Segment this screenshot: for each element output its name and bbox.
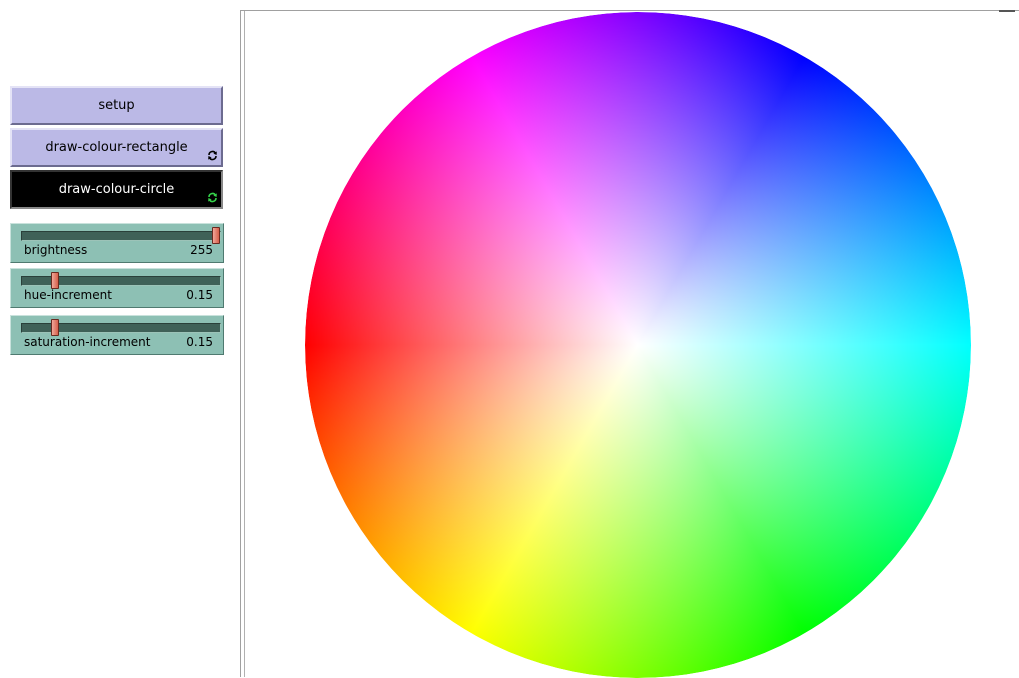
slider-label: saturation-increment — [24, 335, 151, 349]
slider-thumb[interactable] — [212, 227, 220, 244]
forever-icon — [208, 192, 217, 203]
draw-colour-circle-button-label: draw-colour-circle — [58, 182, 175, 197]
slider-value: 0.15 — [186, 335, 213, 349]
draw-colour-circle-button[interactable]: draw-colour-circle — [10, 170, 223, 209]
forever-icon — [208, 150, 217, 161]
slider-thumb[interactable] — [51, 319, 59, 336]
saturation-gradient — [305, 12, 971, 678]
view-corner-handle — [999, 10, 1015, 12]
colour-circle — [305, 12, 971, 678]
brightness-slider[interactable]: brightness 255 — [10, 223, 224, 263]
draw-colour-rectangle-button[interactable]: draw-colour-rectangle — [10, 128, 223, 167]
slider-track[interactable] — [21, 319, 221, 336]
slider-value: 255 — [190, 243, 213, 257]
setup-button[interactable]: setup — [10, 86, 223, 125]
setup-button-label: setup — [98, 98, 135, 113]
draw-colour-rectangle-button-label: draw-colour-rectangle — [45, 140, 188, 155]
saturation-increment-slider[interactable]: saturation-increment 0.15 — [10, 315, 224, 355]
slider-thumb[interactable] — [51, 272, 59, 289]
slider-label: brightness — [24, 243, 88, 257]
slider-label: hue-increment — [24, 288, 112, 302]
slider-track[interactable] — [21, 227, 221, 244]
slider-track[interactable] — [21, 272, 221, 289]
slider-value: 0.15 — [186, 288, 213, 302]
hue-increment-slider[interactable]: hue-increment 0.15 — [10, 268, 224, 308]
